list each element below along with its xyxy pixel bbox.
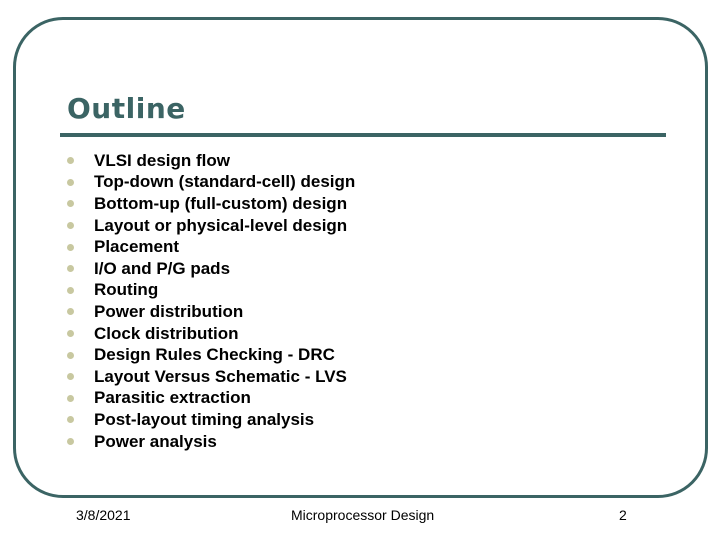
- list-item-text: Power analysis: [94, 431, 217, 451]
- list-item-text: Layout or physical-level design: [94, 215, 348, 235]
- list-item-text: Design Rules Checking - DRC: [94, 345, 335, 365]
- list-item-text: I/O and P/G pads: [94, 258, 231, 278]
- bullet-dot-icon: [67, 416, 74, 424]
- bullet-dot-icon: [67, 286, 74, 294]
- slide-title: Outline: [67, 92, 186, 125]
- list-item-text: VLSI design flow: [94, 150, 231, 170]
- list-item: Top-down (standard-cell) design: [67, 172, 355, 194]
- list-item: Power analysis: [67, 431, 355, 453]
- list-item-text: Layout Versus Schematic - LVS: [94, 366, 347, 386]
- list-item: Routing: [67, 280, 355, 302]
- list-item-text: Routing: [94, 280, 159, 300]
- bullet-dot-icon: [67, 373, 74, 381]
- bullet-dot-icon: [67, 157, 74, 165]
- list-item-text: Parasitic extraction: [94, 388, 251, 408]
- list-item: Parasitic extraction: [67, 388, 355, 410]
- bullet-dot-icon: [67, 222, 74, 230]
- footer-title: Microprocessor Design: [291, 507, 435, 523]
- title-underline: [60, 133, 666, 137]
- list-item: VLSI design flow: [67, 150, 355, 172]
- bullet-dot-icon: [67, 308, 74, 316]
- list-item-text: Clock distribution: [94, 323, 239, 343]
- list-item: Placement: [67, 236, 355, 258]
- list-item: Post-layout timing analysis: [67, 409, 355, 431]
- list-item: Clock distribution: [67, 323, 355, 345]
- bullet-dot-icon: [67, 265, 74, 273]
- bullet-dot-icon: [67, 394, 74, 402]
- footer-date: 3/8/2021: [76, 507, 131, 523]
- list-item: Power distribution: [67, 301, 355, 323]
- bullet-dot-icon: [67, 243, 74, 251]
- list-item-text: Bottom-up (full-custom) design: [94, 193, 348, 213]
- page-number: 2: [619, 507, 627, 523]
- list-item: Bottom-up (full-custom) design: [67, 193, 355, 215]
- list-item: Layout or physical-level design: [67, 215, 355, 237]
- bullet-dot-icon: [67, 351, 74, 359]
- list-item-text: Power distribution: [94, 301, 244, 321]
- list-item: Design Rules Checking - DRC: [67, 344, 355, 366]
- list-item-text: Top-down (standard-cell) design: [94, 172, 356, 192]
- bullet-dot-icon: [67, 438, 74, 446]
- bullet-dot-icon: [67, 178, 74, 186]
- bullet-list: VLSI design flow Top-down (standard-cell…: [67, 150, 355, 452]
- list-item-text: Placement: [94, 237, 180, 257]
- list-item: I/O and P/G pads: [67, 258, 355, 280]
- bullet-dot-icon: [67, 200, 74, 208]
- bullet-dot-icon: [67, 330, 74, 338]
- list-item-text: Post-layout timing analysis: [94, 409, 315, 429]
- list-item: Layout Versus Schematic - LVS: [67, 366, 355, 388]
